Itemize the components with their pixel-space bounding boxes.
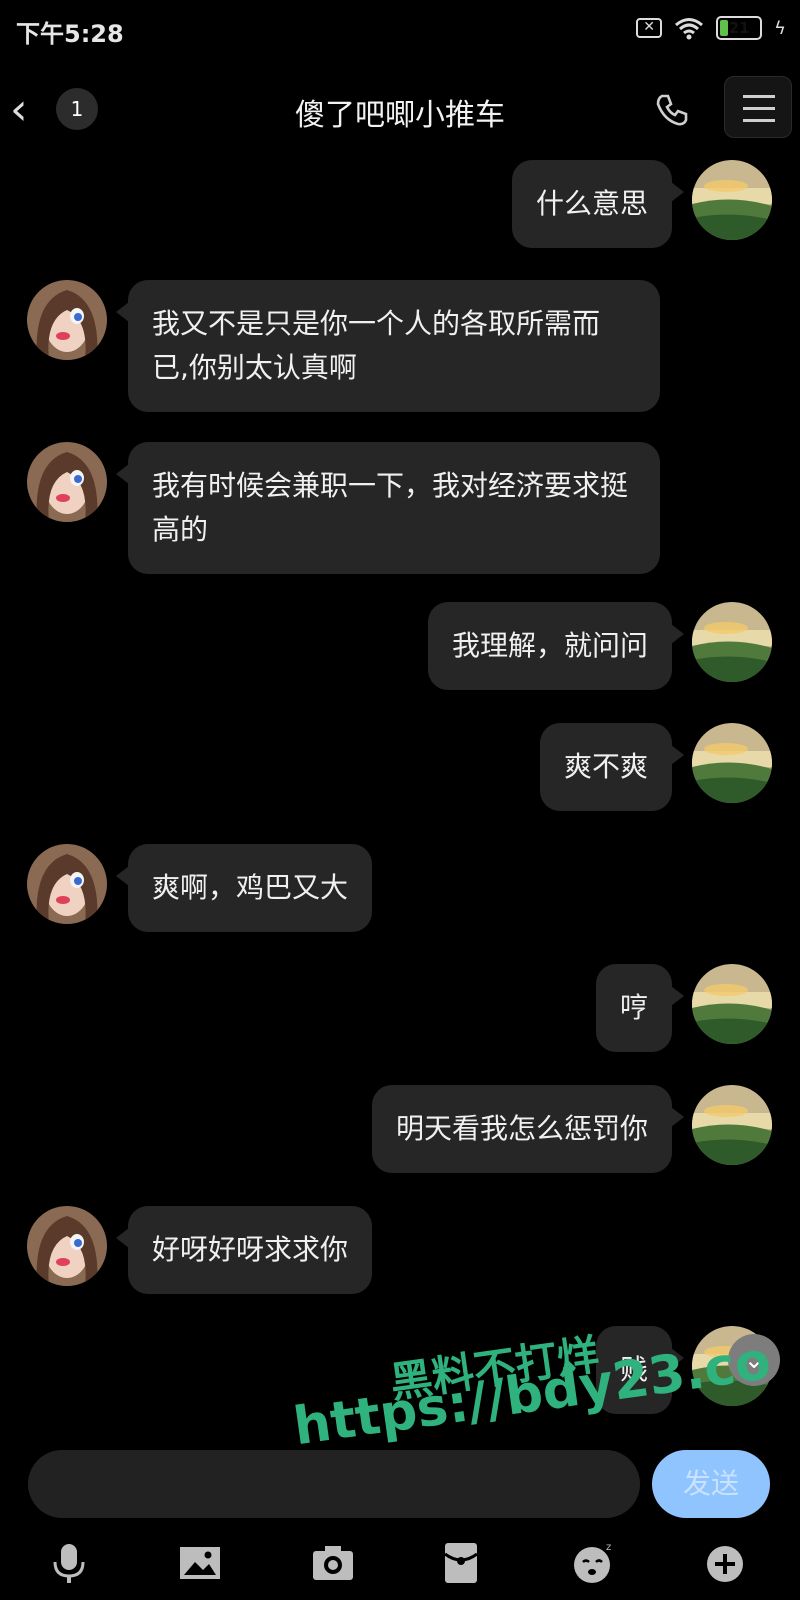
camera-icon[interactable] bbox=[308, 1538, 358, 1588]
no-sim-icon: ✕ bbox=[636, 18, 663, 38]
menu-icon-bar bbox=[743, 95, 775, 98]
input-toolbar: z bbox=[0, 1520, 800, 1600]
phone-icon[interactable] bbox=[654, 92, 690, 128]
scroll-down-button[interactable]: ⌄ bbox=[728, 1334, 780, 1386]
avatar[interactable] bbox=[27, 442, 107, 522]
battery-level: 21 bbox=[728, 19, 750, 37]
back-icon[interactable]: ‹ bbox=[10, 88, 28, 132]
avatar[interactable] bbox=[27, 844, 107, 924]
microphone-icon[interactable] bbox=[44, 1538, 94, 1588]
avatar[interactable] bbox=[27, 280, 107, 360]
unread-badge[interactable]: 1 bbox=[56, 88, 98, 130]
avatar[interactable] bbox=[692, 964, 772, 1044]
avatar[interactable] bbox=[692, 723, 772, 803]
message-bubble[interactable]: 爽啊，鸡巴又大 bbox=[115, 844, 373, 932]
status-icons: ✕ 21 ϟ bbox=[636, 16, 786, 40]
message-bubble[interactable]: 好呀好呀求求你 bbox=[115, 1206, 373, 1294]
message-bubble[interactable]: 我又不是只是你一个人的各取所需而已,你别太认真啊 bbox=[116, 280, 660, 412]
menu-button[interactable] bbox=[724, 76, 792, 138]
avatar[interactable] bbox=[692, 602, 772, 682]
message-bubble[interactable]: 我有时候会兼职一下，我对经济要求挺高的 bbox=[116, 442, 660, 574]
menu-icon-bar bbox=[743, 107, 775, 110]
input-bar: 发送 bbox=[0, 1440, 800, 1520]
message-bubble[interactable]: 哼 bbox=[595, 964, 685, 1052]
wifi-icon bbox=[675, 18, 704, 40]
svg-text:z: z bbox=[606, 1542, 611, 1553]
emoji-icon[interactable]: z bbox=[568, 1538, 618, 1588]
message-bubble[interactable]: 明天看我怎么惩罚你 bbox=[371, 1085, 685, 1173]
message-bubble[interactable]: 什么意思 bbox=[511, 160, 685, 248]
menu-icon-bar bbox=[743, 119, 775, 122]
charging-icon: ϟ bbox=[774, 17, 786, 39]
message-bubble[interactable]: 爽不爽 bbox=[539, 723, 685, 811]
status-time: 下午5:28 bbox=[16, 20, 124, 48]
message-input[interactable] bbox=[28, 1450, 640, 1518]
plus-icon[interactable] bbox=[700, 1538, 750, 1588]
send-button[interactable]: 发送 bbox=[652, 1450, 770, 1518]
message-bubble[interactable]: 我理解，就问问 bbox=[427, 602, 685, 690]
status-bar: 下午5:28 ✕ 21 ϟ bbox=[0, 0, 800, 60]
red-packet-icon[interactable] bbox=[436, 1538, 486, 1588]
message-list[interactable]: 什么意思 我又不是只是你一个人的各取所需而已,你别太认真啊 我有时候会兼职一下，… bbox=[0, 160, 800, 1440]
avatar[interactable] bbox=[692, 160, 772, 240]
chat-header: ‹ 1 傻了吧唧小推车 bbox=[0, 60, 800, 160]
battery-icon: 21 bbox=[716, 16, 763, 40]
message-bubble[interactable]: 贱 bbox=[595, 1326, 685, 1414]
chat-title: 傻了吧唧小推车 bbox=[295, 98, 505, 133]
avatar[interactable] bbox=[692, 1085, 772, 1165]
avatar[interactable] bbox=[27, 1206, 107, 1286]
image-icon[interactable] bbox=[175, 1538, 225, 1588]
